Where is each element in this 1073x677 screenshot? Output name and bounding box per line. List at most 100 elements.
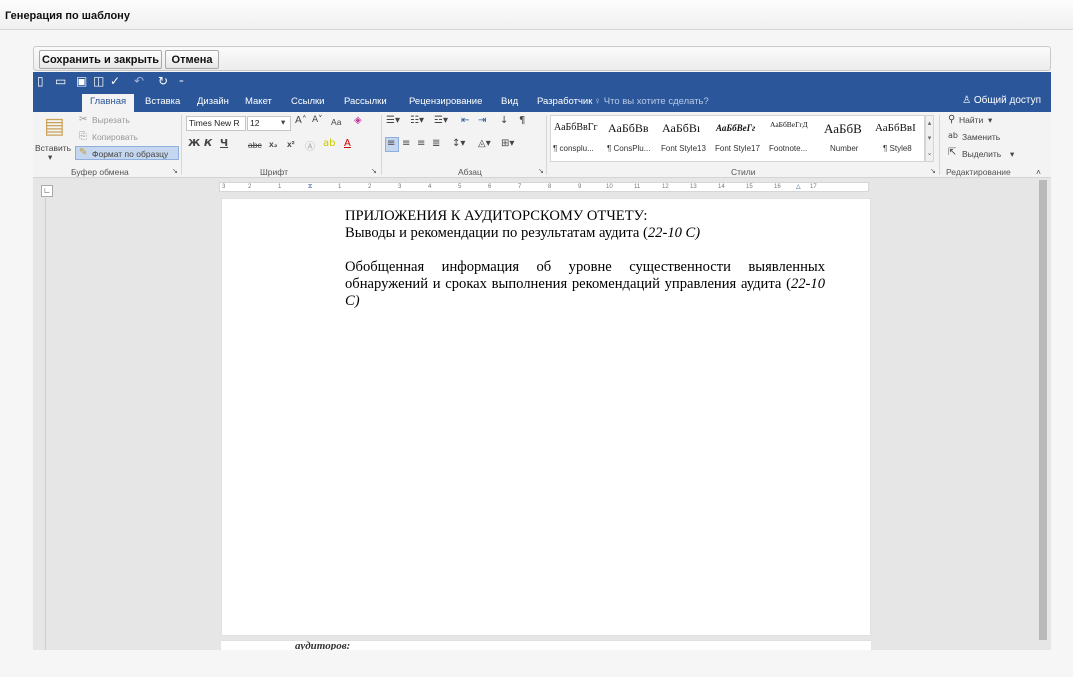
tab-references[interactable]: Ссылки [291,96,324,107]
multilevel-list-icon[interactable]: ☲▾ [434,115,448,126]
style-font-style-13[interactable]: АаБбВı Font Style13 [660,116,713,161]
scroll-down-icon[interactable]: ▾ [928,135,932,142]
line-spacing-icon[interactable]: ↕▾ [452,138,465,149]
tab-design[interactable]: Дизайн [197,96,229,107]
tab-view[interactable]: Вид [501,96,518,107]
next-page-text: аудиторов: [295,640,351,650]
numbering-icon[interactable]: ☷▾ [410,115,424,126]
underline-button[interactable]: Ч [220,138,228,149]
style-footnote[interactable]: АаБбВеГгД Footnote... [768,116,821,161]
document-body[interactable]: ПРИЛОЖЕНИЯ К АУДИТОРСКОМУ ОТЧЕТУ: Выводы… [345,208,825,310]
tab-mailings[interactable]: Рассылки [344,96,387,107]
justify-icon[interactable]: ≣ [432,138,440,149]
cancel-button[interactable]: Отмена [165,50,219,69]
italic-button[interactable]: К [204,138,212,149]
style-sample: АаБбВвI [875,122,916,134]
change-case-button[interactable]: Аа [331,117,342,127]
tab-developer[interactable]: Разработчик [537,96,592,107]
indent-marker-icon[interactable]: ⧖ [308,183,312,191]
style-name: ¶ ConsPlu... [607,144,651,153]
undo-icon[interactable]: ↶ [134,74,144,88]
font-launcher-icon[interactable]: ↘ [371,167,377,175]
find-button[interactable]: Найти [959,115,983,125]
open-icon[interactable]: ▭ [55,74,66,88]
tell-me-search[interactable]: ♀ Что вы хотите сделать? [594,96,709,107]
save-icon[interactable]: ▣ [76,74,87,88]
more-styles-icon[interactable]: ⌄ [927,150,933,157]
paragraph-launcher-icon[interactable]: ↘ [538,167,544,175]
scroll-up-icon[interactable]: ▴ [928,120,932,127]
horizontal-ruler[interactable]: 3 2 1 ⧖ 1 2 3 4 5 6 7 8 9 10 11 12 13 14… [219,182,869,192]
cut-icon[interactable]: ✂ [79,114,87,125]
share-button[interactable]: ♙ Общий доступ [962,95,1041,106]
select-dropdown-icon[interactable]: ▾ [1010,149,1014,160]
clear-formatting-icon[interactable]: ◈ [354,115,362,126]
paste-icon[interactable]: ▤ [44,114,65,139]
bold-button[interactable]: Ж [188,138,200,149]
font-color-icon[interactable]: A [344,138,351,149]
text-effects-icon[interactable]: Ⓐ [305,138,315,153]
ruler-mark: 1 [278,184,282,190]
highlight-color-icon[interactable]: ab [323,138,335,149]
superscript-button[interactable]: x² [287,139,295,149]
copy-icon[interactable]: ⎘ [79,131,87,142]
replace-button[interactable]: Заменить [962,132,1000,142]
subscript-button[interactable]: x₂ [269,139,278,149]
document-page[interactable]: ПРИЛОЖЕНИЯ К АУДИТОРСКОМУ ОТЧЕТУ: Выводы… [221,198,871,636]
window-title: Генерация по шаблону [5,10,130,22]
find-icon[interactable]: ⚲ [948,114,955,125]
style-number[interactable]: АаБбВ Number [822,116,875,161]
style-font-style-17[interactable]: АаБбВеГг Font Style17 [714,116,767,161]
redo-icon[interactable]: ↻ [158,74,168,88]
style-sample: АаБбВвГг [554,122,598,133]
shading-icon[interactable]: ◬▾ [478,138,491,149]
select-icon[interactable]: ⇱ [948,147,956,158]
paste-button[interactable]: Вставить [35,143,71,153]
align-left-icon[interactable]: ≡ [387,138,395,149]
align-center-icon[interactable]: ≡ [402,138,410,149]
font-name-field[interactable]: Times New R [186,116,246,131]
replace-icon[interactable]: ab [948,131,958,140]
new-doc-icon[interactable]: ▯ [37,74,44,88]
reference-code: 22-10 С) [647,225,701,241]
copy-button[interactable]: Копировать [92,132,138,142]
spelling-icon[interactable]: ✓ [110,74,120,88]
tab-layout[interactable]: Макет [245,96,272,107]
pilcrow-icon[interactable]: ¶ [519,115,525,126]
align-right-icon[interactable]: ≡ [417,138,425,149]
next-page-preview[interactable]: аудиторов: [221,640,871,650]
bullets-icon[interactable]: ☰▾ [386,115,400,126]
strikethrough-button[interactable]: abc [248,140,262,150]
collapse-ribbon-icon[interactable]: ˄ [1036,167,1041,177]
styles-launcher-icon[interactable]: ↘ [930,167,936,175]
grow-font-icon[interactable]: A˄ [295,115,307,126]
style-consplus-1[interactable]: АаБбВвГг ¶ consplu... [552,116,605,161]
paste-dropdown-icon[interactable]: ▾ [48,152,52,163]
save-and-close-button[interactable]: Сохранить и закрыть [39,50,162,69]
tab-insert[interactable]: Вставка [145,96,180,107]
tab-home[interactable]: Главная [82,94,135,112]
increase-indent-icon[interactable]: ⇥ [478,115,486,126]
shrink-font-icon[interactable]: A˅ [312,115,323,125]
word-editor: ▯ ▭ ▣ ◫ ✓ ↶ ↻ ₌ Главная Вставка Дизайн М… [33,72,1051,650]
format-painter-button[interactable]: Формат по образцу [92,149,168,159]
clipboard-launcher-icon[interactable]: ↘ [172,167,178,175]
print-preview-icon[interactable]: ◫ [93,74,104,88]
scrollbar-thumb[interactable] [1039,180,1047,640]
right-indent-marker-icon[interactable]: △ [796,183,801,191]
select-button[interactable]: Выделить [962,149,1001,159]
tab-review[interactable]: Рецензирование [409,96,482,107]
format-painter-icon[interactable]: ✎ [79,147,87,158]
style-consplus-2[interactable]: АаБбВв ¶ ConsPlu... [606,116,659,161]
find-dropdown-icon[interactable]: ▾ [988,115,992,126]
decrease-indent-icon[interactable]: ⇤ [461,115,469,126]
vertical-scrollbar[interactable] [1037,180,1049,650]
style-style8[interactable]: АаБбВвI ¶ Style8 [873,116,926,161]
sort-icon[interactable]: ↓ [500,115,508,126]
customize-icon[interactable]: ₌ [179,76,184,86]
cut-button[interactable]: Вырезать [92,115,130,125]
borders-icon[interactable]: ⊞▾ [501,138,514,149]
styles-gallery-scroll[interactable]: ▴ ▾ ⌄ [925,115,934,162]
font-size-dropdown-icon[interactable]: ▾ [281,117,285,128]
